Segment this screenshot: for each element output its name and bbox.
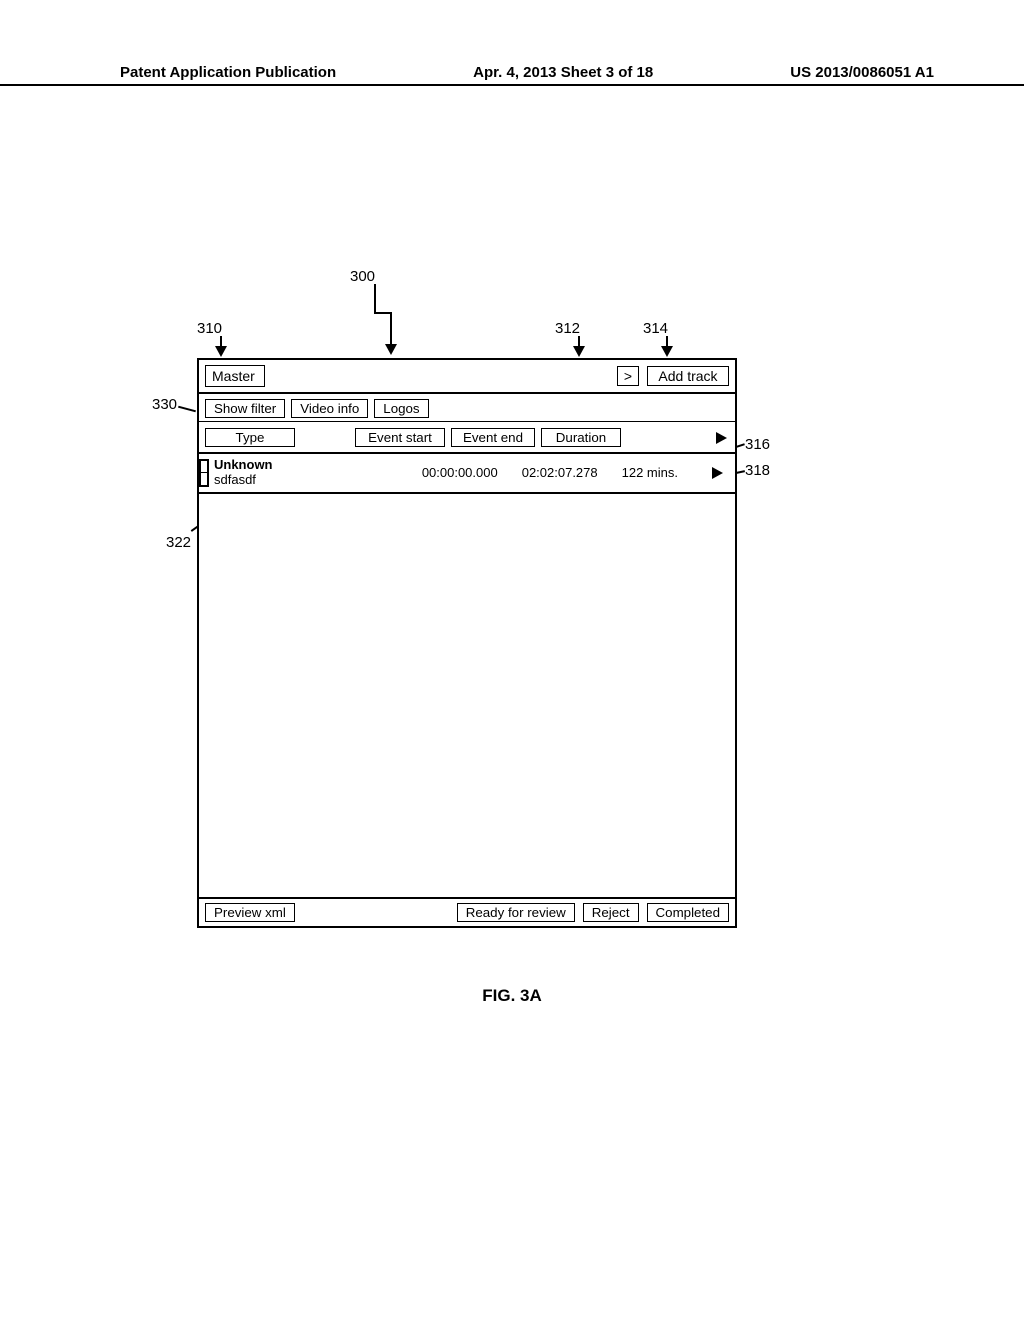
row-event-start: 00:00:00.000 (422, 465, 498, 480)
ready-for-review-button[interactable]: Ready for review (457, 903, 575, 922)
col-type-button[interactable]: Type (205, 428, 295, 447)
tab-row: Show filter Video info Logos (199, 394, 735, 421)
row-play-icon[interactable] (712, 467, 723, 479)
completed-button[interactable]: Completed (647, 903, 729, 922)
callout-310: 310 (197, 320, 222, 337)
row-values: 00:00:00.000 02:02:07.278 122 mins. (422, 465, 729, 480)
master-label-box[interactable]: Master (205, 365, 265, 387)
row-event-end: 02:02:07.278 (522, 465, 598, 480)
arrowhead-icon (573, 346, 585, 357)
col-event-end-button[interactable]: Event end (451, 428, 535, 447)
tab-logos[interactable]: Logos (374, 399, 428, 418)
tab-video-info[interactable]: Video info (291, 399, 368, 418)
col-event-start-button[interactable]: Event start (355, 428, 445, 447)
callout-318: 318 (745, 462, 770, 479)
header-left: Patent Application Publication (120, 64, 336, 81)
play-header-icon[interactable] (716, 432, 727, 444)
row-drag-handle-icon[interactable] (199, 459, 209, 487)
reject-button[interactable]: Reject (583, 903, 639, 922)
panel-footer: Preview xml Ready for review Reject Comp… (199, 897, 735, 926)
lead-line (178, 406, 196, 413)
lead-line (390, 312, 392, 346)
callout-330: 330 (152, 396, 177, 413)
callout-314: 314 (643, 320, 668, 337)
callout-316: 316 (745, 436, 770, 453)
column-header-row: Type Event start Event end Duration (199, 421, 735, 452)
row-duration: 122 mins. (622, 465, 678, 480)
figure-label: FIG. 3A (0, 986, 1024, 1006)
row-type-sub: sdfasdf (214, 473, 273, 488)
collapse-button[interactable]: > (617, 366, 639, 386)
preview-xml-button[interactable]: Preview xml (205, 903, 295, 922)
header-right: US 2013/0086051 A1 (790, 64, 934, 81)
callout-312: 312 (555, 320, 580, 337)
table-row[interactable]: Unknown sdfasdf 00:00:00.000 02:02:07.27… (199, 452, 735, 494)
panel-body (199, 494, 735, 894)
tab-show-filter[interactable]: Show filter (205, 399, 285, 418)
callout-300: 300 (350, 268, 375, 285)
arrowhead-icon (661, 346, 673, 357)
row-type-label: Unknown (214, 458, 273, 473)
arrowhead-icon (215, 346, 227, 357)
lead-line (374, 284, 376, 314)
page-header: Patent Application Publication Apr. 4, 2… (0, 84, 1024, 103)
arrowhead-icon (385, 344, 397, 355)
row-type-cell: Unknown sdfasdf (214, 458, 273, 488)
topbar-right: > Add track (617, 366, 729, 386)
callout-322: 322 (166, 534, 191, 551)
header-center: Apr. 4, 2013 Sheet 3 of 18 (473, 64, 653, 81)
main-panel: Master > Add track Show filter Video inf… (197, 358, 737, 928)
col-duration-button[interactable]: Duration (541, 428, 621, 447)
top-bar: Master > Add track (199, 360, 735, 394)
add-track-button[interactable]: Add track (647, 366, 729, 386)
